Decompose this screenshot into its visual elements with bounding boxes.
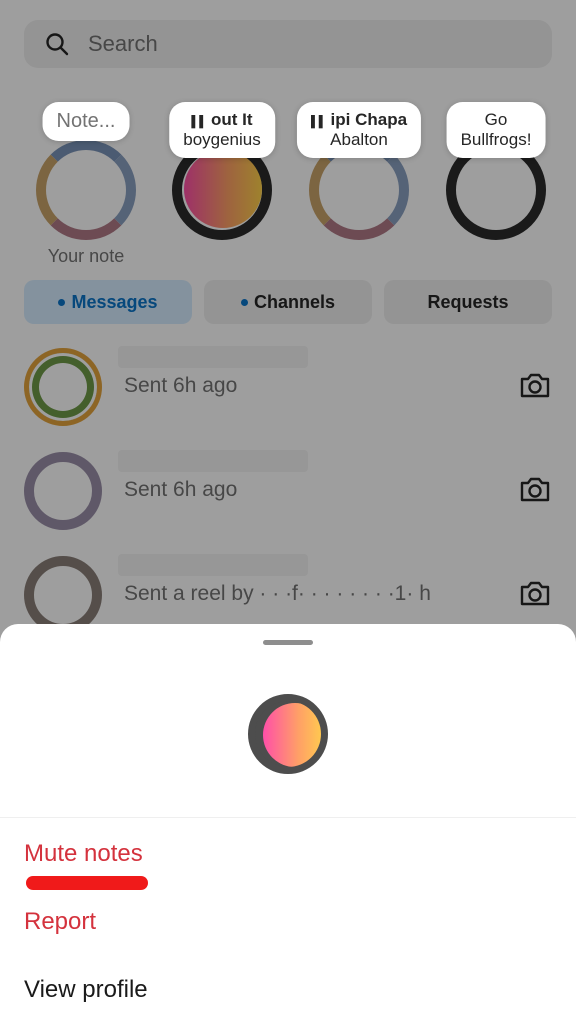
note-text-line2: Bullfrogs! xyxy=(460,130,532,149)
mute-notes-button[interactable]: Mute notes xyxy=(24,840,143,868)
view-profile-button[interactable]: View profile xyxy=(24,976,148,1004)
note-bubble-text: Note... xyxy=(56,110,116,132)
divider xyxy=(0,817,576,818)
note-song-title: ipi Chapa xyxy=(330,110,408,129)
note-bubble: Note... xyxy=(42,102,130,141)
sheet-drag-handle[interactable] xyxy=(263,640,313,645)
note-bubble: Go Bullfrogs! xyxy=(446,102,546,158)
note-artist: boygenius xyxy=(183,130,261,149)
music-icon: ▌▌ xyxy=(191,116,208,128)
avatar xyxy=(248,694,328,774)
music-icon: ▌▌ xyxy=(310,116,327,128)
note-options-sheet: Mute notes Report View profile xyxy=(0,624,576,1024)
note-bubble: ▌▌ out It boygenius xyxy=(169,102,275,158)
note-text-line1: Go xyxy=(484,110,508,129)
annotation-underline xyxy=(26,876,148,890)
note-song-title: out It xyxy=(211,110,253,129)
note-bubble: ▌▌ ipi Chapa Abalton xyxy=(296,102,422,158)
note-artist: Abalton xyxy=(330,130,388,149)
report-button[interactable]: Report xyxy=(24,908,96,936)
